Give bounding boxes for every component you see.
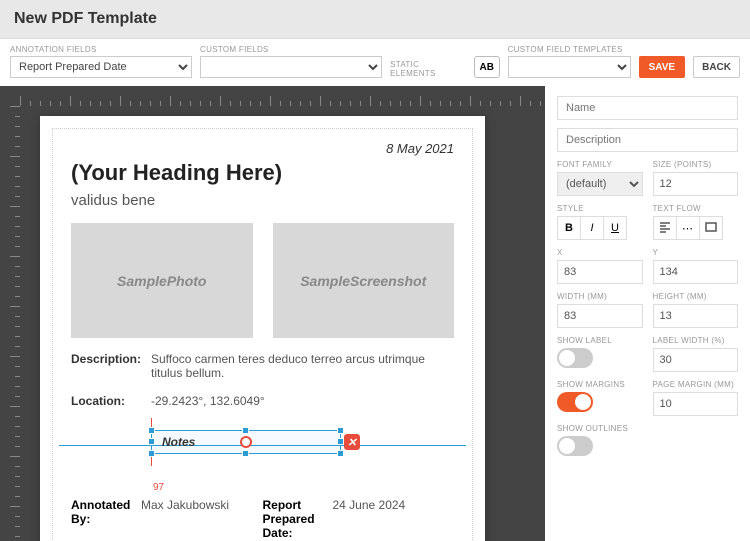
heading-field[interactable]: (Your Heading Here)	[71, 160, 454, 186]
y-input[interactable]	[653, 260, 739, 284]
italic-button[interactable]: I	[580, 216, 604, 240]
description-input[interactable]	[557, 128, 738, 152]
properties-panel: FONT FAMILY (default) SIZE (POINTS) STYL…	[545, 86, 750, 541]
x-input[interactable]	[557, 260, 643, 284]
report-prepared-date-label: Report Prepared Date:	[263, 498, 333, 540]
font-family-select[interactable]: (default)	[557, 172, 643, 196]
static-text-button[interactable]: AB	[474, 56, 500, 78]
label-width-input[interactable]	[653, 348, 739, 372]
annotation-fields-label: ANNOTATION FIELDS	[10, 45, 192, 54]
top-toolbar: ANNOTATION FIELDS Report Prepared Date C…	[0, 39, 750, 86]
show-label-label: SHOW LABEL	[557, 336, 643, 345]
page-title: New PDF Template	[0, 0, 750, 39]
dimension-label: 97	[153, 482, 164, 493]
show-margins-toggle[interactable]	[557, 392, 593, 412]
date-field[interactable]: 8 May 2021	[71, 141, 454, 156]
show-outlines-label: SHOW OUTLINES	[557, 424, 738, 433]
resize-handle[interactable]	[337, 450, 344, 457]
font-family-label: FONT FAMILY	[557, 160, 643, 169]
show-outlines-toggle[interactable]	[557, 436, 593, 456]
name-input[interactable]	[557, 96, 738, 120]
custom-fields-label: CUSTOM FIELDS	[200, 45, 382, 54]
sample-photo-placeholder[interactable]: SamplePhoto	[71, 223, 253, 338]
align-left-button[interactable]	[653, 216, 677, 240]
subheading-field[interactable]: validus bene	[71, 192, 454, 209]
ellipsis-icon: ⋯	[682, 222, 693, 235]
custom-fields-select[interactable]	[200, 56, 382, 78]
description-value[interactable]: Suffoco carmen teres deduco terreo arcus…	[151, 352, 454, 380]
height-input[interactable]	[653, 304, 739, 328]
back-button[interactable]: BACK	[693, 56, 740, 78]
ruler-vertical	[0, 106, 20, 541]
page-preview[interactable]: 8 May 2021 (Your Heading Here) validus b…	[40, 116, 485, 541]
sample-screenshot-placeholder[interactable]: SampleScreenshot	[273, 223, 455, 338]
resize-handle[interactable]	[148, 450, 155, 457]
resize-handle[interactable]	[242, 450, 249, 457]
annotated-by-value[interactable]: Max Jakubowski	[141, 498, 263, 540]
text-flow-label: TEXT FLOW	[653, 204, 739, 213]
delete-element-button[interactable]: ✕	[344, 434, 360, 450]
ruler-horizontal	[20, 86, 545, 106]
location-label: Location:	[71, 394, 151, 408]
resize-handle[interactable]	[148, 427, 155, 434]
page-margin-input[interactable]	[653, 392, 739, 416]
custom-templates-label: CUSTOM FIELD TEMPLATES	[508, 45, 631, 54]
bold-button[interactable]: B	[557, 216, 581, 240]
height-label: HEIGHT (MM)	[653, 292, 739, 301]
location-value[interactable]: -29.2423°, 132.6049°	[151, 394, 454, 408]
close-icon: ✕	[347, 436, 356, 449]
page-margin-label: PAGE MARGIN (MM)	[653, 380, 739, 389]
resize-handle[interactable]	[337, 438, 344, 445]
notes-field-selected[interactable]: Notes ✕	[151, 430, 341, 454]
y-label: Y	[653, 248, 739, 257]
x-label: X	[557, 248, 643, 257]
canvas[interactable]: 8 May 2021 (Your Heading Here) validus b…	[0, 86, 545, 541]
notes-label: Notes	[162, 435, 195, 449]
rect-icon	[705, 221, 717, 236]
align-center-button[interactable]: ⋯	[676, 216, 700, 240]
annotation-fields-select[interactable]: Report Prepared Date	[10, 56, 192, 78]
custom-templates-select[interactable]	[508, 56, 631, 78]
show-margins-label: SHOW MARGINS	[557, 380, 643, 389]
resize-handle[interactable]	[337, 427, 344, 434]
show-label-toggle[interactable]	[557, 348, 593, 368]
resize-handle[interactable]	[148, 438, 155, 445]
size-label: SIZE (POINTS)	[653, 160, 739, 169]
static-elements-label: STATIC ELEMENTS	[390, 60, 466, 78]
width-label: WIDTH (MM)	[557, 292, 643, 301]
align-left-icon	[659, 221, 671, 236]
size-input[interactable]	[653, 172, 739, 196]
save-button[interactable]: SAVE	[639, 56, 686, 78]
width-input[interactable]	[557, 304, 643, 328]
report-prepared-date-value[interactable]: 24 June 2024	[333, 498, 455, 540]
label-width-label: LABEL WIDTH (%)	[653, 336, 739, 345]
rotate-handle[interactable]	[240, 436, 252, 448]
resize-handle[interactable]	[242, 427, 249, 434]
annotated-by-label: Annotated By:	[71, 498, 141, 540]
description-label: Description:	[71, 352, 151, 380]
align-justify-button[interactable]	[699, 216, 723, 240]
underline-button[interactable]: U	[603, 216, 627, 240]
style-label: STYLE	[557, 204, 643, 213]
